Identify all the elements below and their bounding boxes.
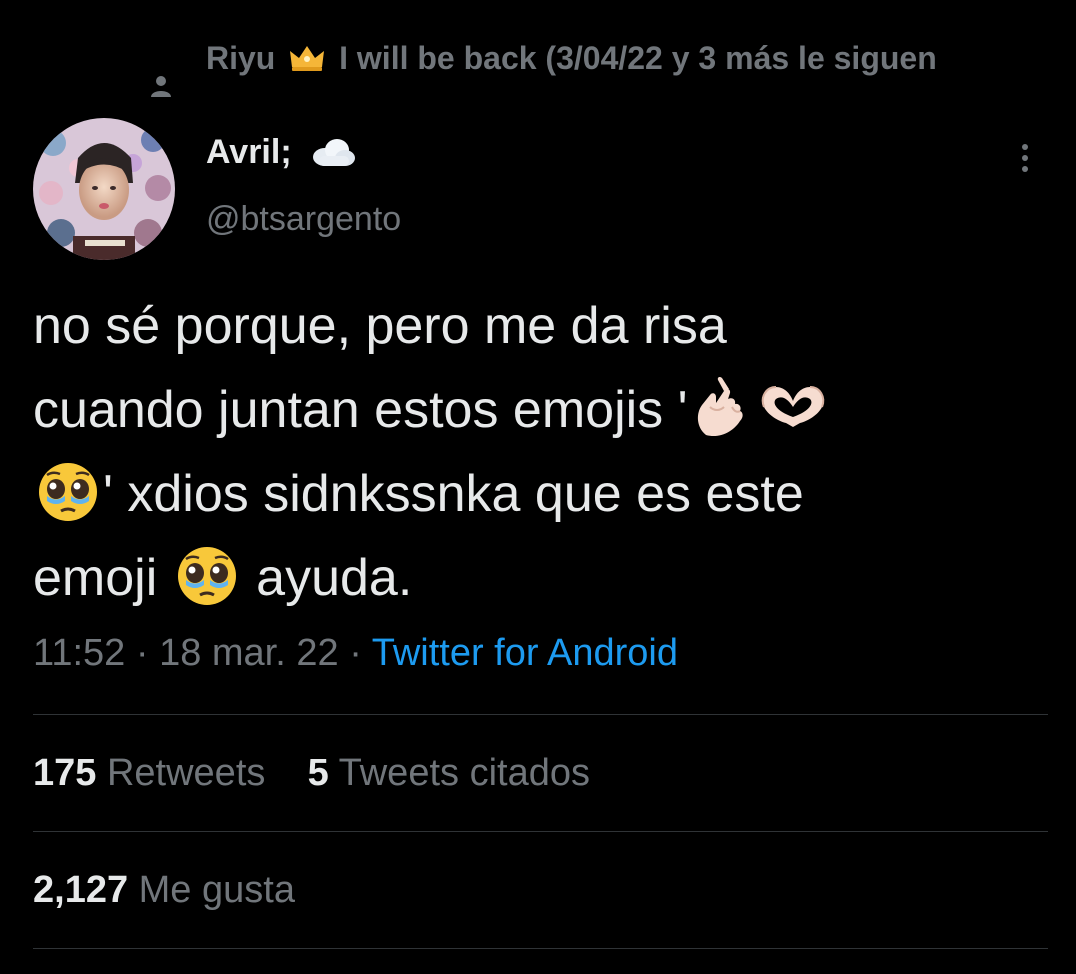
display-name-text: Avril; [206,133,292,171]
meta-separator: · [349,632,362,674]
heart-hands-emoji [761,386,824,427]
context-text: I will be back (3/04/22 y 3 más le sigue… [339,40,937,76]
tweet-date[interactable]: 18 mar. 22 [159,632,339,674]
likes-stat[interactable]: 2,127 Me gusta [33,869,295,912]
tweet-line: ' xdios sidnkssnka que es este [33,452,1043,536]
tweet-line: cuando juntan estos emojis ' [33,368,1043,452]
divider [33,831,1048,832]
quotes-label: Tweets citados [338,752,590,794]
author-handle[interactable]: @btsargento [206,200,401,239]
tweet-text: no sé porque, pero me da risa cuando jun… [33,284,1043,620]
tweet-time[interactable]: 11:52 [33,632,125,674]
crown-emoji [290,46,325,71]
tweet-line-3-text: ' xdios sidnkssnka que es este [103,465,804,523]
likes-label: Me gusta [138,869,295,911]
meta-separator: · [135,632,149,674]
cloud-emoji [313,139,356,166]
divider [33,714,1048,715]
stats-row-likes: 2,127 Me gusta [33,869,295,912]
tweet-source-link[interactable]: Twitter for Android [372,632,678,674]
tweet-line-1-text: no sé porque, pero me da risa [33,297,727,355]
pleading-tears-emoji [177,547,236,605]
avatar[interactable] [33,118,175,260]
stats-row-shares: 175 Retweets 5 Tweets citados [33,752,590,795]
person-icon [151,76,171,97]
author-display-name[interactable]: Avril; [206,133,357,172]
tweet-line: no sé porque, pero me da risa [33,284,1043,368]
tweet-meta: 11:52 · 18 mar. 22 · Twitter for Android [33,632,678,675]
tweet-line-4-start: emoji [33,549,158,607]
avatar-image [33,118,175,260]
retweets-stat[interactable]: 175 Retweets [33,752,265,795]
more-vertical-icon [1022,144,1028,172]
pleading-tears-emoji [39,463,97,521]
tweet-line: emoji ayuda. [33,536,1043,620]
finger-heart-emoji [697,377,743,437]
social-context-text: Riyu I will be back (3/04/22 y 3 más le … [206,36,1006,80]
retweets-count: 175 [33,752,97,794]
quote-tweets-stat[interactable]: 5 Tweets citados [308,752,590,795]
tweet-line-4-end: ayuda. [256,549,413,607]
more-options-button[interactable] [1010,140,1040,180]
divider [33,948,1048,949]
retweets-label: Retweets [106,752,266,794]
context-name: Riyu [206,40,276,76]
quotes-count: 5 [307,752,329,794]
likes-count: 2,127 [33,869,129,911]
tweet-line-2-text: cuando juntan estos emojis ' [33,381,688,439]
